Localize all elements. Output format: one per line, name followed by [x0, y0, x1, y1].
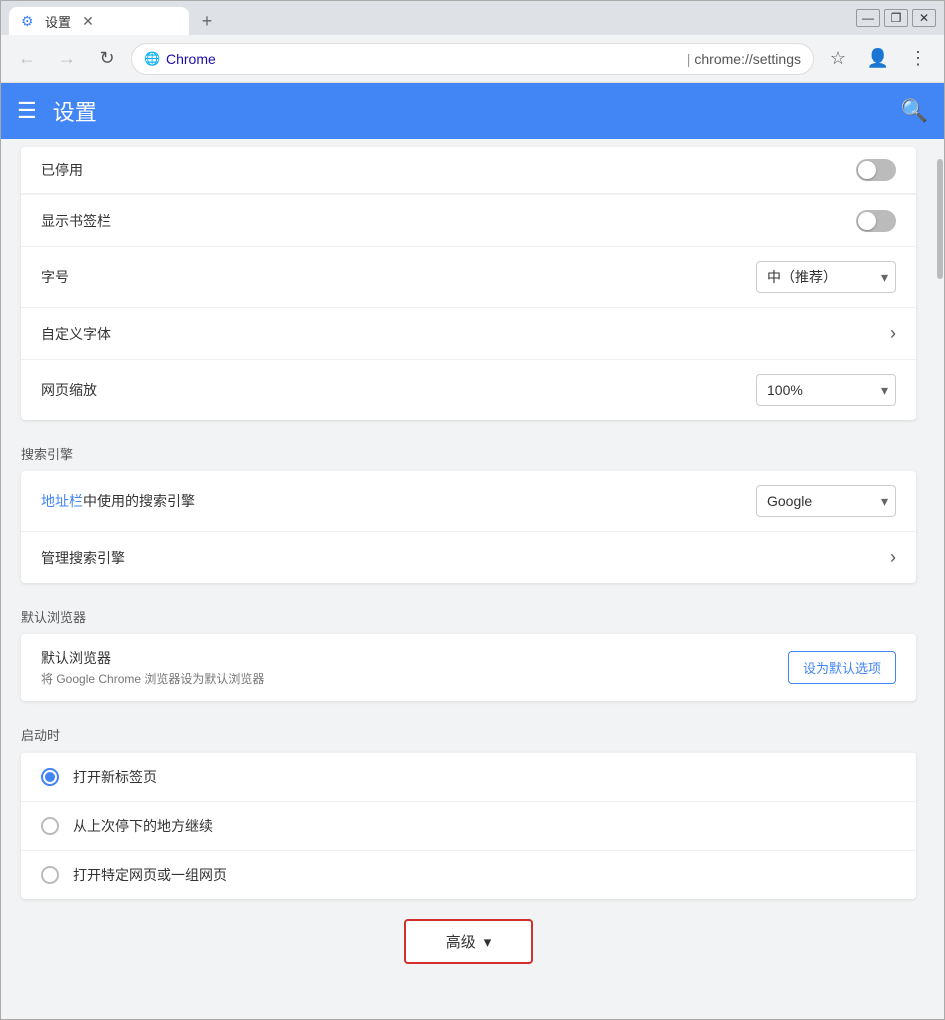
- tab-favicon: ⚙: [21, 13, 37, 29]
- startup-specific-row: 打开特定网页或一组网页: [21, 850, 916, 899]
- startup-newtab-label: 打开新标签页: [73, 767, 157, 787]
- profile-button[interactable]: 👤: [862, 43, 894, 75]
- url-bar[interactable]: 🌐 Chrome | chrome://settings: [131, 43, 814, 75]
- default-browser-sublabel: 将 Google Chrome 浏览器设为默认浏览器: [41, 670, 788, 687]
- title-bar: ⚙ 设置 ✕ + — ❐ ✕: [1, 1, 944, 35]
- restore-button[interactable]: ❐: [884, 9, 908, 27]
- forward-button[interactable]: →: [51, 43, 83, 75]
- back-button[interactable]: ←: [11, 43, 43, 75]
- appearance-card: 已停用 显示书签栏 字号 中（推荐） ▾: [21, 147, 916, 420]
- url-site-text: Chrome: [166, 51, 683, 67]
- scrollbar-track[interactable]: [936, 139, 944, 1019]
- zoom-select[interactable]: 100%: [756, 374, 896, 406]
- search-engine-select-wrapper: Google ▾: [756, 485, 896, 517]
- advanced-btn-label: 高级: [446, 931, 476, 952]
- url-favicon: 🌐: [144, 51, 160, 67]
- default-browser-label: 默认浏览器: [41, 648, 788, 668]
- more-menu-button[interactable]: ⋮: [902, 43, 934, 75]
- address-bar-link[interactable]: 地址栏: [41, 493, 83, 509]
- default-browser-row: 默认浏览器 将 Google Chrome 浏览器设为默认浏览器 设为默认选项: [21, 634, 916, 701]
- advanced-button-wrapper: 高级 ▾: [1, 919, 936, 964]
- startup-newtab-radio[interactable]: [41, 768, 59, 786]
- window-controls: — ❐ ✕: [856, 9, 936, 27]
- tab-area: ⚙ 设置 ✕ +: [9, 1, 856, 35]
- fontsize-select[interactable]: 中（推荐）: [756, 261, 896, 293]
- header-search-icon[interactable]: 🔍: [901, 98, 928, 124]
- new-tab-button[interactable]: +: [193, 7, 221, 35]
- startup-header: 启动时: [1, 709, 936, 752]
- fontsize-select-wrapper: 中（推荐） ▾: [756, 261, 896, 293]
- manage-search-arrow: ›: [890, 547, 896, 568]
- zoom-label: 网页缩放: [41, 380, 756, 400]
- search-engine-select[interactable]: Google: [756, 485, 896, 517]
- bookmarks-label: 显示书签栏: [41, 211, 856, 231]
- disabled-label: 已停用: [41, 160, 856, 180]
- set-default-button[interactable]: 设为默认选项: [788, 651, 896, 684]
- bookmarks-toggle[interactable]: [856, 210, 896, 232]
- app-header: ☰ 设置 🔍: [1, 83, 944, 139]
- minimize-button[interactable]: —: [856, 9, 880, 27]
- zoom-select-wrapper: 100% ▾: [756, 374, 896, 406]
- manage-search-row[interactable]: 管理搜索引擎 ›: [21, 531, 916, 583]
- active-tab[interactable]: ⚙ 设置 ✕: [9, 7, 189, 35]
- hamburger-menu-icon[interactable]: ☰: [17, 98, 37, 124]
- custom-font-label: 自定义字体: [41, 324, 890, 344]
- default-browser-header: 默认浏览器: [1, 591, 936, 634]
- custom-font-arrow: ›: [890, 323, 896, 344]
- disabled-row: 已停用: [21, 147, 916, 194]
- startup-continue-row: 从上次停下的地方继续: [21, 801, 916, 850]
- startup-continue-radio[interactable]: [41, 817, 59, 835]
- page-title: 设置: [53, 95, 901, 127]
- scrollbar-thumb[interactable]: [937, 159, 943, 279]
- manage-search-label: 管理搜索引擎: [41, 548, 890, 568]
- search-label-suffix: 中使用的搜索引擎: [83, 493, 195, 509]
- custom-font-row[interactable]: 自定义字体 ›: [21, 307, 916, 359]
- search-engine-card: 地址栏中使用的搜索引擎 Google ▾ 管理搜索引擎 ›: [21, 471, 916, 583]
- advanced-btn-arrow: ▾: [484, 933, 492, 951]
- search-in-address-label: 地址栏中使用的搜索引擎: [41, 491, 756, 511]
- url-separator: |: [687, 51, 691, 67]
- startup-continue-label: 从上次停下的地方继续: [73, 816, 213, 836]
- tab-title: 设置: [45, 12, 71, 31]
- settings-main: 已停用 显示书签栏 字号 中（推荐） ▾: [1, 139, 936, 1019]
- disabled-toggle[interactable]: [856, 159, 896, 181]
- search-in-address-row: 地址栏中使用的搜索引擎 Google ▾: [21, 471, 916, 531]
- startup-specific-radio[interactable]: [41, 866, 59, 884]
- startup-newtab-row: 打开新标签页: [21, 752, 916, 801]
- bookmark-button[interactable]: ☆: [822, 43, 854, 75]
- default-browser-card: 默认浏览器 将 Google Chrome 浏览器设为默认浏览器 设为默认选项: [21, 634, 916, 701]
- search-engine-header: 搜索引擎: [1, 428, 936, 471]
- zoom-row: 网页缩放 100% ▾: [21, 359, 916, 420]
- fontsize-label: 字号: [41, 267, 756, 287]
- refresh-button[interactable]: ↻: [91, 43, 123, 75]
- address-bar: ← → ↻ 🌐 Chrome | chrome://settings ☆ 👤 ⋮: [1, 35, 944, 83]
- default-browser-text: 默认浏览器 将 Google Chrome 浏览器设为默认浏览器: [41, 648, 788, 687]
- advanced-button[interactable]: 高级 ▾: [404, 919, 534, 964]
- bookmarks-row: 显示书签栏: [21, 194, 916, 246]
- fontsize-row: 字号 中（推荐） ▾: [21, 246, 916, 307]
- window-close-button[interactable]: ✕: [912, 9, 936, 27]
- tab-close-button[interactable]: ✕: [79, 12, 97, 30]
- url-path-text: chrome://settings: [694, 51, 801, 67]
- startup-specific-label: 打开特定网页或一组网页: [73, 865, 227, 885]
- content-area: 已停用 显示书签栏 字号 中（推荐） ▾: [1, 139, 944, 1019]
- startup-card: 打开新标签页 从上次停下的地方继续 打开特定网页或一组网页: [21, 752, 916, 899]
